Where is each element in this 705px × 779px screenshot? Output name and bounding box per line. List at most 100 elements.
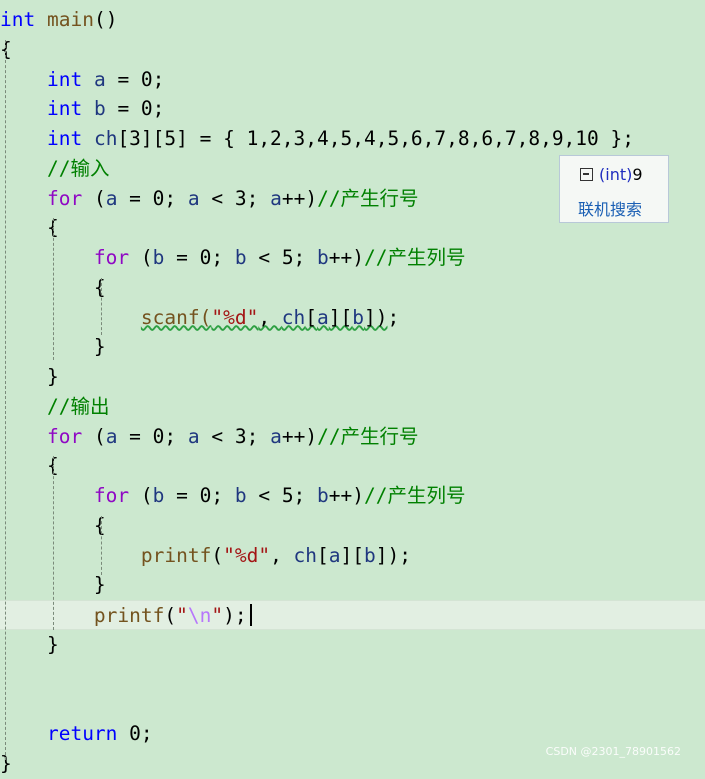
code-line[interactable]: int a = 0;: [0, 65, 705, 95]
code-token: a: [105, 186, 118, 210]
code-token: printf: [140, 543, 212, 567]
code-token: (): [93, 8, 118, 31]
code-token: ++): [328, 246, 365, 269]
code-token: scanf(: [140, 305, 212, 329]
code-token: b: [234, 484, 247, 507]
code-token: a: [187, 186, 200, 210]
code-token: ch: [93, 127, 118, 150]
code-line[interactable]: }: [0, 630, 705, 660]
code-line[interactable]: for (b = 0; b < 5; b++)//产生列号: [0, 243, 705, 273]
code-token: for: [93, 484, 130, 507]
code-token: ++): [281, 424, 318, 448]
code-token: //产生列号: [364, 484, 466, 507]
code-line[interactable]: int b = 0;: [0, 94, 705, 124]
code-token: ;: [387, 305, 400, 329]
code-token: //输出: [46, 394, 110, 418]
code-token: = 0;: [164, 246, 235, 269]
code-line[interactable]: {: [0, 451, 705, 481]
code-token: main: [46, 8, 94, 31]
code-line[interactable]: for (a = 0; a < 3; a++)//产生行号: [0, 422, 705, 452]
code-token: ": [176, 604, 188, 627]
code-token: ": [211, 604, 224, 627]
code-token: int: [0, 8, 36, 31]
code-line[interactable]: int main(): [0, 5, 705, 35]
code-line[interactable]: scanf("%d", ch[a][b]);: [0, 303, 705, 333]
code-token: (: [82, 424, 106, 448]
code-token: [: [305, 305, 318, 329]
code-line[interactable]: //输出: [0, 392, 705, 422]
code-line[interactable]: {: [0, 35, 705, 65]
online-search-link[interactable]: 联机搜索: [578, 196, 642, 220]
code-line[interactable]: for (b = 0; b < 5; b++)//产生列号: [0, 481, 705, 511]
code-token: for: [93, 246, 130, 269]
code-token: 0;: [117, 722, 153, 745]
code-token: a: [328, 543, 341, 567]
code-token: a: [270, 424, 282, 448]
code-token: a: [187, 424, 200, 448]
code-token: (: [82, 186, 106, 210]
code-token: ,: [258, 305, 282, 329]
code-token: < 5;: [246, 246, 318, 269]
code-token: "%d": [223, 543, 271, 567]
code-line[interactable]: }: [0, 362, 705, 392]
code-token: //输入: [46, 156, 110, 180]
code-line[interactable]: int ch[3][5] = { 1,2,3,4,5,4,5,6,7,8,6,7…: [0, 124, 705, 154]
code-token: ]): [364, 305, 388, 329]
code-token: b: [152, 246, 165, 269]
code-token: ][: [328, 305, 353, 329]
code-token: [3][5] = { 1,2,3,4,5,4,5,6,7,8,6,7,8,9,1…: [117, 127, 634, 150]
code-token: = 0;: [117, 186, 188, 210]
code-token: b: [93, 97, 106, 121]
code-token: a: [317, 305, 329, 329]
indent-guide: [101, 516, 102, 575]
code-token: ch: [293, 543, 318, 567]
code-editor[interactable]: int main(){ int a = 0; int b = 0; int ch…: [0, 0, 705, 775]
code-token: < 3;: [199, 424, 271, 448]
code-line[interactable]: {: [0, 511, 705, 541]
code-token: = 0;: [105, 67, 165, 91]
code-token: < 5;: [246, 484, 318, 507]
code-line[interactable]: }: [0, 332, 705, 362]
code-token: a: [93, 67, 106, 91]
indent-guide: [53, 456, 54, 630]
code-line[interactable]: [0, 660, 705, 690]
code-token: = 0;: [105, 97, 165, 121]
code-token: (: [129, 246, 153, 269]
code-token: {: [0, 454, 59, 478]
indent-guide: [101, 278, 102, 335]
code-token: = 0;: [164, 484, 235, 507]
code-token: "%d": [211, 305, 259, 329]
code-line[interactable]: {: [0, 273, 705, 303]
local-variable-icon: [580, 168, 593, 181]
watermark: CSDN @2301_78901562: [545, 745, 681, 758]
code-line[interactable]: printf("%d", ch[a][b]);: [0, 541, 705, 571]
code-line[interactable]: }: [0, 570, 705, 600]
code-token: b: [317, 246, 329, 269]
code-line[interactable]: [0, 689, 705, 719]
code-token: for: [46, 186, 83, 210]
code-line[interactable]: printf("\n");: [0, 600, 705, 630]
code-token: b: [152, 484, 165, 507]
code-token: ][: [340, 543, 365, 567]
code-token: ]);: [375, 543, 411, 567]
code-token: a: [270, 186, 282, 210]
code-token: b: [364, 543, 376, 567]
code-token: ++): [281, 186, 318, 210]
code-token: int: [46, 97, 83, 121]
code-token: (: [129, 484, 153, 507]
code-token: b: [234, 246, 247, 269]
